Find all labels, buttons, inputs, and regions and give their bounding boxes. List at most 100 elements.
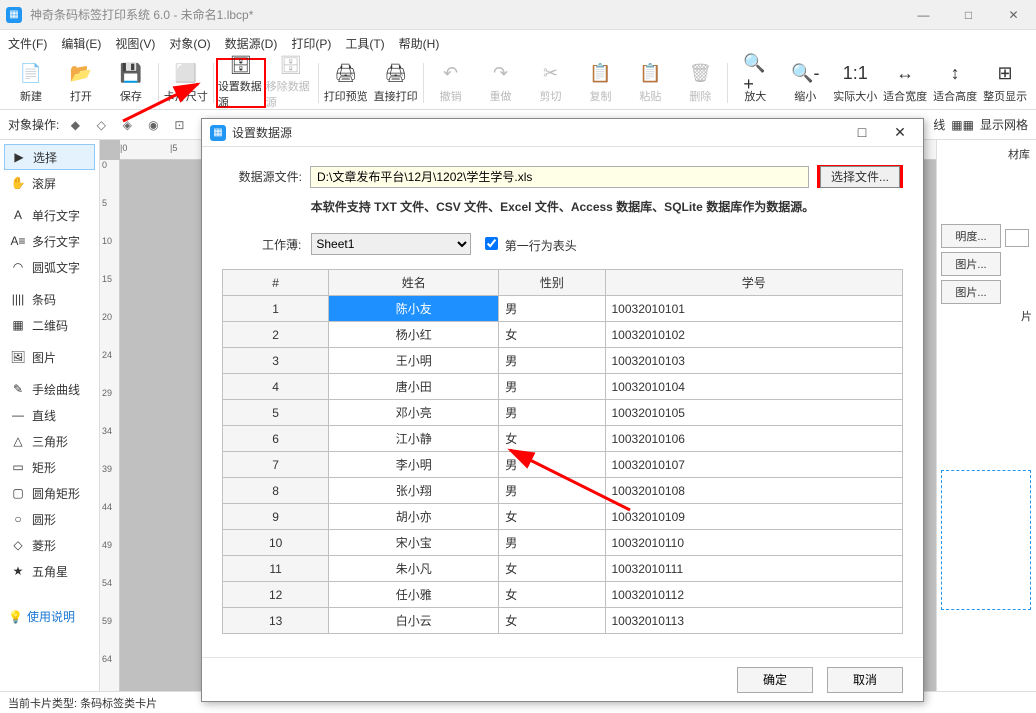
tool-直接打印[interactable]: 🖨直接打印 [371, 58, 421, 108]
cell-sex[interactable]: 女 [499, 504, 605, 530]
layer-icon-4[interactable]: ◉ [143, 115, 163, 135]
ok-button[interactable]: 确定 [737, 667, 813, 693]
tool-重做[interactable]: ↷重做 [476, 58, 526, 108]
first-row-checkbox-label[interactable]: 第一行为表头 [481, 234, 576, 254]
dialog-close[interactable]: ✕ [885, 124, 915, 141]
table-row[interactable]: 4唐小田男10032010104 [223, 374, 903, 400]
tool-保存[interactable]: 💾保存 [106, 58, 156, 108]
tool-打印预览[interactable]: 🖨打印预览 [321, 58, 371, 108]
tool-五角星[interactable]: ★五角星 [4, 558, 95, 584]
tool-撤销[interactable]: ↶撤销 [426, 58, 476, 108]
cell-name[interactable]: 江小静 [329, 426, 499, 452]
tool-放大[interactable]: 🔍+放大 [730, 58, 780, 108]
help-button[interactable]: 💡使用说明 [4, 604, 95, 629]
table-row[interactable]: 13白小云女10032010113 [223, 608, 903, 634]
tool-圆角矩形[interactable]: ▢圆角矩形 [4, 480, 95, 506]
show-grid-label[interactable]: 显示网格 [980, 116, 1028, 133]
menu-item-0[interactable]: 文件(F) [8, 35, 47, 52]
path-input[interactable] [310, 166, 809, 188]
cell-sex[interactable]: 男 [499, 374, 605, 400]
cell-name[interactable]: 唐小田 [329, 374, 499, 400]
cell-sex[interactable]: 女 [499, 608, 605, 634]
cell-sex[interactable]: 男 [499, 296, 605, 322]
layer-icon-3[interactable]: ◈ [117, 115, 137, 135]
cell-name[interactable]: 胡小亦 [329, 504, 499, 530]
tool-移除数据源[interactable]: 🗄移除数据源 [266, 58, 316, 108]
cell-name[interactable]: 王小明 [329, 348, 499, 374]
table-row[interactable]: 7李小明男10032010107 [223, 452, 903, 478]
tool-多行文字[interactable]: A≡多行文字 [4, 228, 95, 254]
cell-sex[interactable]: 女 [499, 426, 605, 452]
tool-三角形[interactable]: △三角形 [4, 428, 95, 454]
cell-name[interactable]: 杨小红 [329, 322, 499, 348]
cell-name[interactable]: 陈小友 [329, 296, 499, 322]
tool-剪切[interactable]: ✂剪切 [526, 58, 576, 108]
table-row[interactable]: 2杨小红女10032010102 [223, 322, 903, 348]
minimize-button[interactable]: — [901, 0, 946, 30]
image-button-2[interactable]: 图片... [941, 280, 1001, 304]
table-row[interactable]: 9胡小亦女10032010109 [223, 504, 903, 530]
cell-id[interactable]: 10032010113 [605, 608, 903, 634]
tool-缩小[interactable]: 🔍-缩小 [780, 58, 830, 108]
tool-圆弧文字[interactable]: ◠圆弧文字 [4, 254, 95, 280]
menu-item-6[interactable]: 工具(T) [345, 35, 384, 52]
menu-item-4[interactable]: 数据源(D) [225, 35, 278, 52]
menu-item-5[interactable]: 打印(P) [291, 35, 331, 52]
material-lib-label[interactable]: 材库 [941, 144, 1032, 164]
first-row-checkbox[interactable] [485, 237, 498, 250]
cell-sex[interactable]: 男 [499, 452, 605, 478]
tool-复制[interactable]: 📋复制 [575, 58, 625, 108]
cell-id[interactable]: 10032010108 [605, 478, 903, 504]
cell-sex[interactable]: 男 [499, 400, 605, 426]
tool-选择[interactable]: ▶选择 [4, 144, 95, 170]
cell-id[interactable]: 10032010112 [605, 582, 903, 608]
cell-name[interactable]: 朱小凡 [329, 556, 499, 582]
table-row[interactable]: 3王小明男10032010103 [223, 348, 903, 374]
tool-适合高度[interactable]: ↕适合高度 [930, 58, 980, 108]
tool-实际大小[interactable]: 1:1实际大小 [830, 58, 880, 108]
cell-id[interactable]: 10032010101 [605, 296, 903, 322]
cell-id[interactable]: 10032010103 [605, 348, 903, 374]
tool-滚屏[interactable]: ✋滚屏 [4, 170, 95, 196]
tool-粘贴[interactable]: 📋粘贴 [625, 58, 675, 108]
cell-name[interactable]: 宋小宝 [329, 530, 499, 556]
cell-id[interactable]: 10032010105 [605, 400, 903, 426]
layer-icon-2[interactable]: ◇ [91, 115, 111, 135]
cell-name[interactable]: 李小明 [329, 452, 499, 478]
cell-sex[interactable]: 男 [499, 530, 605, 556]
tool-设置数据源[interactable]: 🗄设置数据源 [216, 58, 266, 108]
tool-条码[interactable]: ||||条码 [4, 286, 95, 312]
layer-icon[interactable]: ◆ [65, 115, 85, 135]
menu-item-2[interactable]: 视图(V) [115, 35, 155, 52]
maximize-button[interactable]: □ [946, 0, 991, 30]
tool-矩形[interactable]: ▭矩形 [4, 454, 95, 480]
table-row[interactable]: 6江小静女10032010106 [223, 426, 903, 452]
tool-打开[interactable]: 📂打开 [56, 58, 106, 108]
tool-二维码[interactable]: ▦二维码 [4, 312, 95, 338]
cell-id[interactable]: 10032010107 [605, 452, 903, 478]
table-row[interactable]: 12任小雅女10032010112 [223, 582, 903, 608]
cell-sex[interactable]: 女 [499, 556, 605, 582]
close-button[interactable]: ✕ [991, 0, 1036, 30]
table-header[interactable]: 姓名 [329, 270, 499, 296]
tool-手绘曲线[interactable]: ✎手绘曲线 [4, 376, 95, 402]
cell-sex[interactable]: 男 [499, 478, 605, 504]
tool-删除[interactable]: 🗑删除 [675, 58, 725, 108]
browse-button[interactable]: 选择文件... [820, 166, 900, 188]
tool-圆形[interactable]: ○圆形 [4, 506, 95, 532]
workbook-select[interactable]: Sheet1 [311, 233, 471, 255]
cell-id[interactable]: 10032010106 [605, 426, 903, 452]
cell-id[interactable]: 10032010102 [605, 322, 903, 348]
cell-name[interactable]: 白小云 [329, 608, 499, 634]
table-row[interactable]: 8张小翔男10032010108 [223, 478, 903, 504]
cell-id[interactable]: 10032010110 [605, 530, 903, 556]
cell-id[interactable]: 10032010109 [605, 504, 903, 530]
dialog-maximize[interactable]: □ [847, 124, 877, 141]
cell-sex[interactable]: 男 [499, 348, 605, 374]
menu-item-7[interactable]: 帮助(H) [399, 35, 440, 52]
table-header[interactable]: 性别 [499, 270, 605, 296]
cell-id[interactable]: 10032010111 [605, 556, 903, 582]
table-row[interactable]: 1陈小友男10032010101 [223, 296, 903, 322]
data-table[interactable]: #姓名性别学号1陈小友男100320101012杨小红女100320101023… [222, 269, 903, 634]
table-row[interactable]: 11朱小凡女10032010111 [223, 556, 903, 582]
